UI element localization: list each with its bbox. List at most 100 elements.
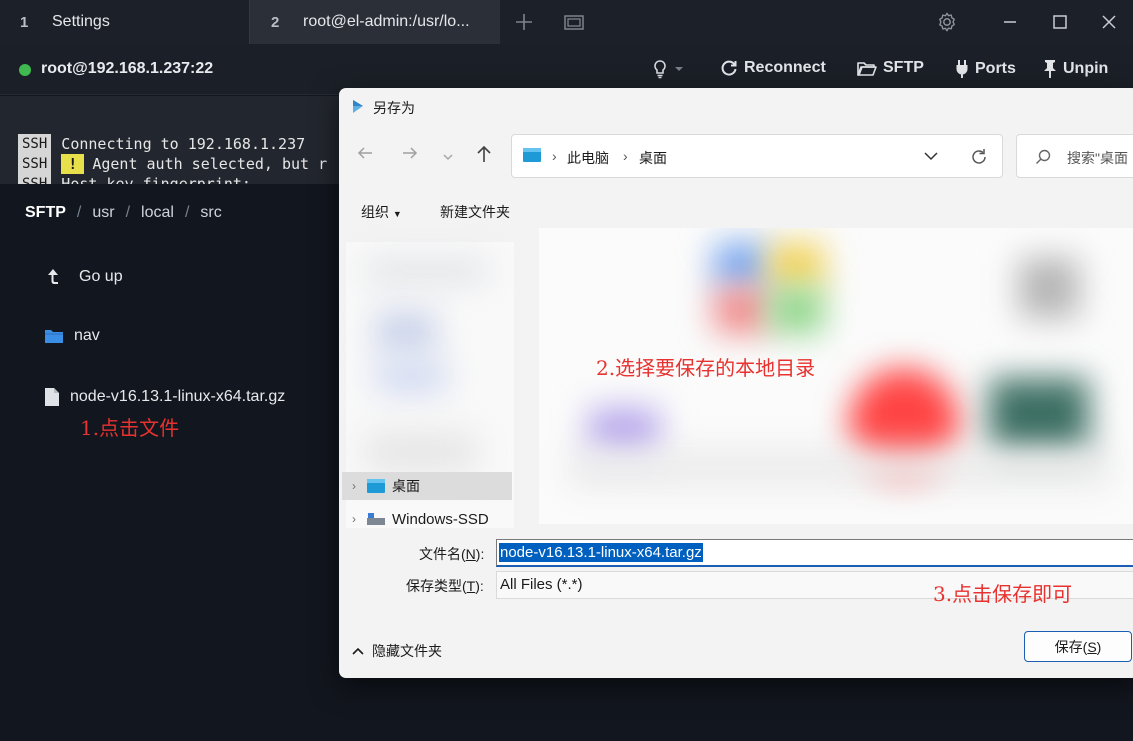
blurred-content	[1019, 258, 1079, 318]
chevron-down-icon[interactable]	[924, 151, 938, 161]
breadcrumb-separator: /	[184, 204, 190, 221]
blurred-content	[714, 243, 769, 288]
ports-label: Ports	[975, 60, 1016, 77]
filename-input[interactable]: node-v16.13.1-linux-x64.tar.gz	[496, 539, 1133, 567]
terminal-text: Connecting to 192.168.1.237	[61, 135, 306, 153]
terminal-line: SSH ! Agent auth selected, but r	[18, 154, 327, 174]
blurred-content	[989, 378, 1089, 458]
tab-title: Settings	[52, 13, 110, 30]
annotation-step3: 3.点击保存即可	[933, 582, 1073, 606]
file-view[interactable]: 2.选择要保存的本地目录	[539, 228, 1133, 524]
organize-label: 组织	[361, 204, 389, 220]
label-text: ):	[475, 546, 485, 562]
item-name: node-v16.13.1-linux-x64.tar.gz	[70, 388, 286, 405]
search-input[interactable]: 搜索"桌面	[1016, 134, 1133, 178]
list-item[interactable]: node-v16.13.1-linux-x64.tar.gz	[44, 387, 285, 407]
ssh-tag: SSH	[18, 174, 52, 184]
chevron-right-icon: ›	[352, 479, 356, 493]
back-button[interactable]	[356, 145, 374, 166]
close-icon[interactable]	[1099, 12, 1119, 32]
access-key: N	[465, 546, 476, 562]
breadcrumb: SFTP / usr / local / src	[25, 204, 222, 222]
reconnect-icon	[721, 60, 737, 76]
up-button[interactable]	[475, 144, 493, 169]
refresh-icon[interactable]	[970, 148, 988, 166]
breadcrumb-separator: ›	[552, 148, 557, 164]
label-text: )	[1096, 638, 1102, 655]
tab-bar: 1 Settings 2 root@el-admin:/usr/lo...	[0, 0, 1133, 44]
recent-locations-button[interactable]	[443, 148, 453, 166]
blurred-content	[376, 312, 436, 352]
folder-icon	[45, 330, 63, 343]
save-as-dialog: 另存为 › 此电脑 › 桌面 搜索"桌面 组织 ▼ 新建文件夹 2.选择要保存的…	[339, 88, 1133, 678]
tab-number: 1	[20, 13, 29, 31]
access-key: T	[466, 578, 476, 594]
minimize-icon[interactable]	[1000, 12, 1020, 32]
terminal-text: Agent auth selected, but r	[92, 155, 328, 173]
terminal-output[interactable]: SSH Connecting to 192.168.1.237 SSH ! Ag…	[0, 96, 339, 184]
tab-settings[interactable]: 1 Settings	[0, 0, 249, 44]
maximize-icon[interactable]	[1050, 12, 1070, 32]
filetype-value: All Files (*.*)	[500, 576, 583, 593]
nav-item-drive[interactable]: › Windows-SSD	[342, 505, 512, 533]
tips-button[interactable]	[652, 59, 684, 79]
breadcrumb-separator: /	[76, 204, 82, 221]
terminal-line: SSH Host key fingerprint:	[18, 174, 251, 184]
blurred-content	[366, 432, 476, 472]
blurred-content	[569, 448, 1109, 488]
chevron-up-icon	[352, 647, 364, 655]
gear-icon[interactable]	[935, 10, 959, 34]
save-button[interactable]: 保存(S)	[1024, 631, 1132, 662]
sftp-button[interactable]: SFTP	[857, 59, 924, 77]
caret-down-icon: ▼	[392, 209, 402, 219]
arrow-right-icon	[403, 147, 418, 159]
forward-button[interactable]	[401, 145, 419, 166]
unpin-label: Unpin	[1063, 60, 1109, 77]
address-segment[interactable]: 桌面	[639, 148, 667, 168]
breadcrumb-item[interactable]: src	[200, 204, 221, 222]
breadcrumb-item[interactable]: local	[141, 204, 174, 222]
label-text: ):	[475, 578, 484, 594]
blurred-content	[376, 362, 446, 392]
blurred-content	[714, 288, 769, 333]
new-folder-button[interactable]: 新建文件夹	[440, 202, 510, 222]
reconnect-button[interactable]: Reconnect	[720, 59, 826, 77]
search-placeholder: 搜索"桌面	[1067, 150, 1128, 166]
breadcrumb-item[interactable]: usr	[92, 204, 114, 222]
address-segment[interactable]: 此电脑	[567, 148, 609, 168]
nav-item-desktop[interactable]: › 桌面	[342, 472, 512, 500]
list-item[interactable]: nav	[44, 327, 100, 345]
breadcrumb-root[interactable]: SFTP	[25, 204, 66, 222]
split-view-icon[interactable]	[563, 11, 585, 33]
label-text: 保存类型(	[406, 578, 467, 594]
hide-folders-toggle[interactable]: 隐藏文件夹	[352, 641, 442, 661]
hide-folders-label: 隐藏文件夹	[372, 643, 442, 659]
pin-icon	[1044, 60, 1056, 78]
desktop-icon	[367, 479, 385, 493]
new-tab-icon[interactable]	[513, 11, 535, 33]
blurred-content	[366, 262, 486, 280]
address-bar[interactable]: › 此电脑 › 桌面	[511, 134, 1003, 178]
tab-title: root@el-admin:/usr/lo...	[303, 13, 470, 30]
organize-button[interactable]: 组织 ▼	[361, 202, 402, 222]
chevron-down-icon	[675, 67, 683, 71]
connection-status-icon	[19, 64, 31, 76]
file-icon	[45, 388, 59, 406]
reconnect-label: Reconnect	[744, 59, 826, 76]
label-text: 文件名(	[419, 546, 466, 562]
ssh-tag: SSH	[18, 134, 52, 154]
go-up-label: Go up	[79, 268, 123, 285]
lightbulb-icon	[654, 60, 666, 79]
terminal-text: Host key fingerprint:	[61, 175, 251, 184]
ports-button[interactable]: Ports	[955, 59, 1016, 79]
blurred-content	[769, 243, 824, 288]
breadcrumb-separator: ›	[623, 148, 628, 164]
folder-open-icon	[857, 62, 877, 76]
arrow-left-icon	[357, 147, 372, 159]
unpin-button[interactable]: Unpin	[1043, 59, 1108, 79]
tab-ssh-session[interactable]: 2 root@el-admin:/usr/lo...	[250, 0, 500, 44]
label-text: 保存(	[1054, 638, 1088, 655]
go-up-item[interactable]: Go up	[46, 267, 123, 287]
chevron-down-icon	[443, 154, 453, 160]
search-icon	[1036, 149, 1051, 164]
